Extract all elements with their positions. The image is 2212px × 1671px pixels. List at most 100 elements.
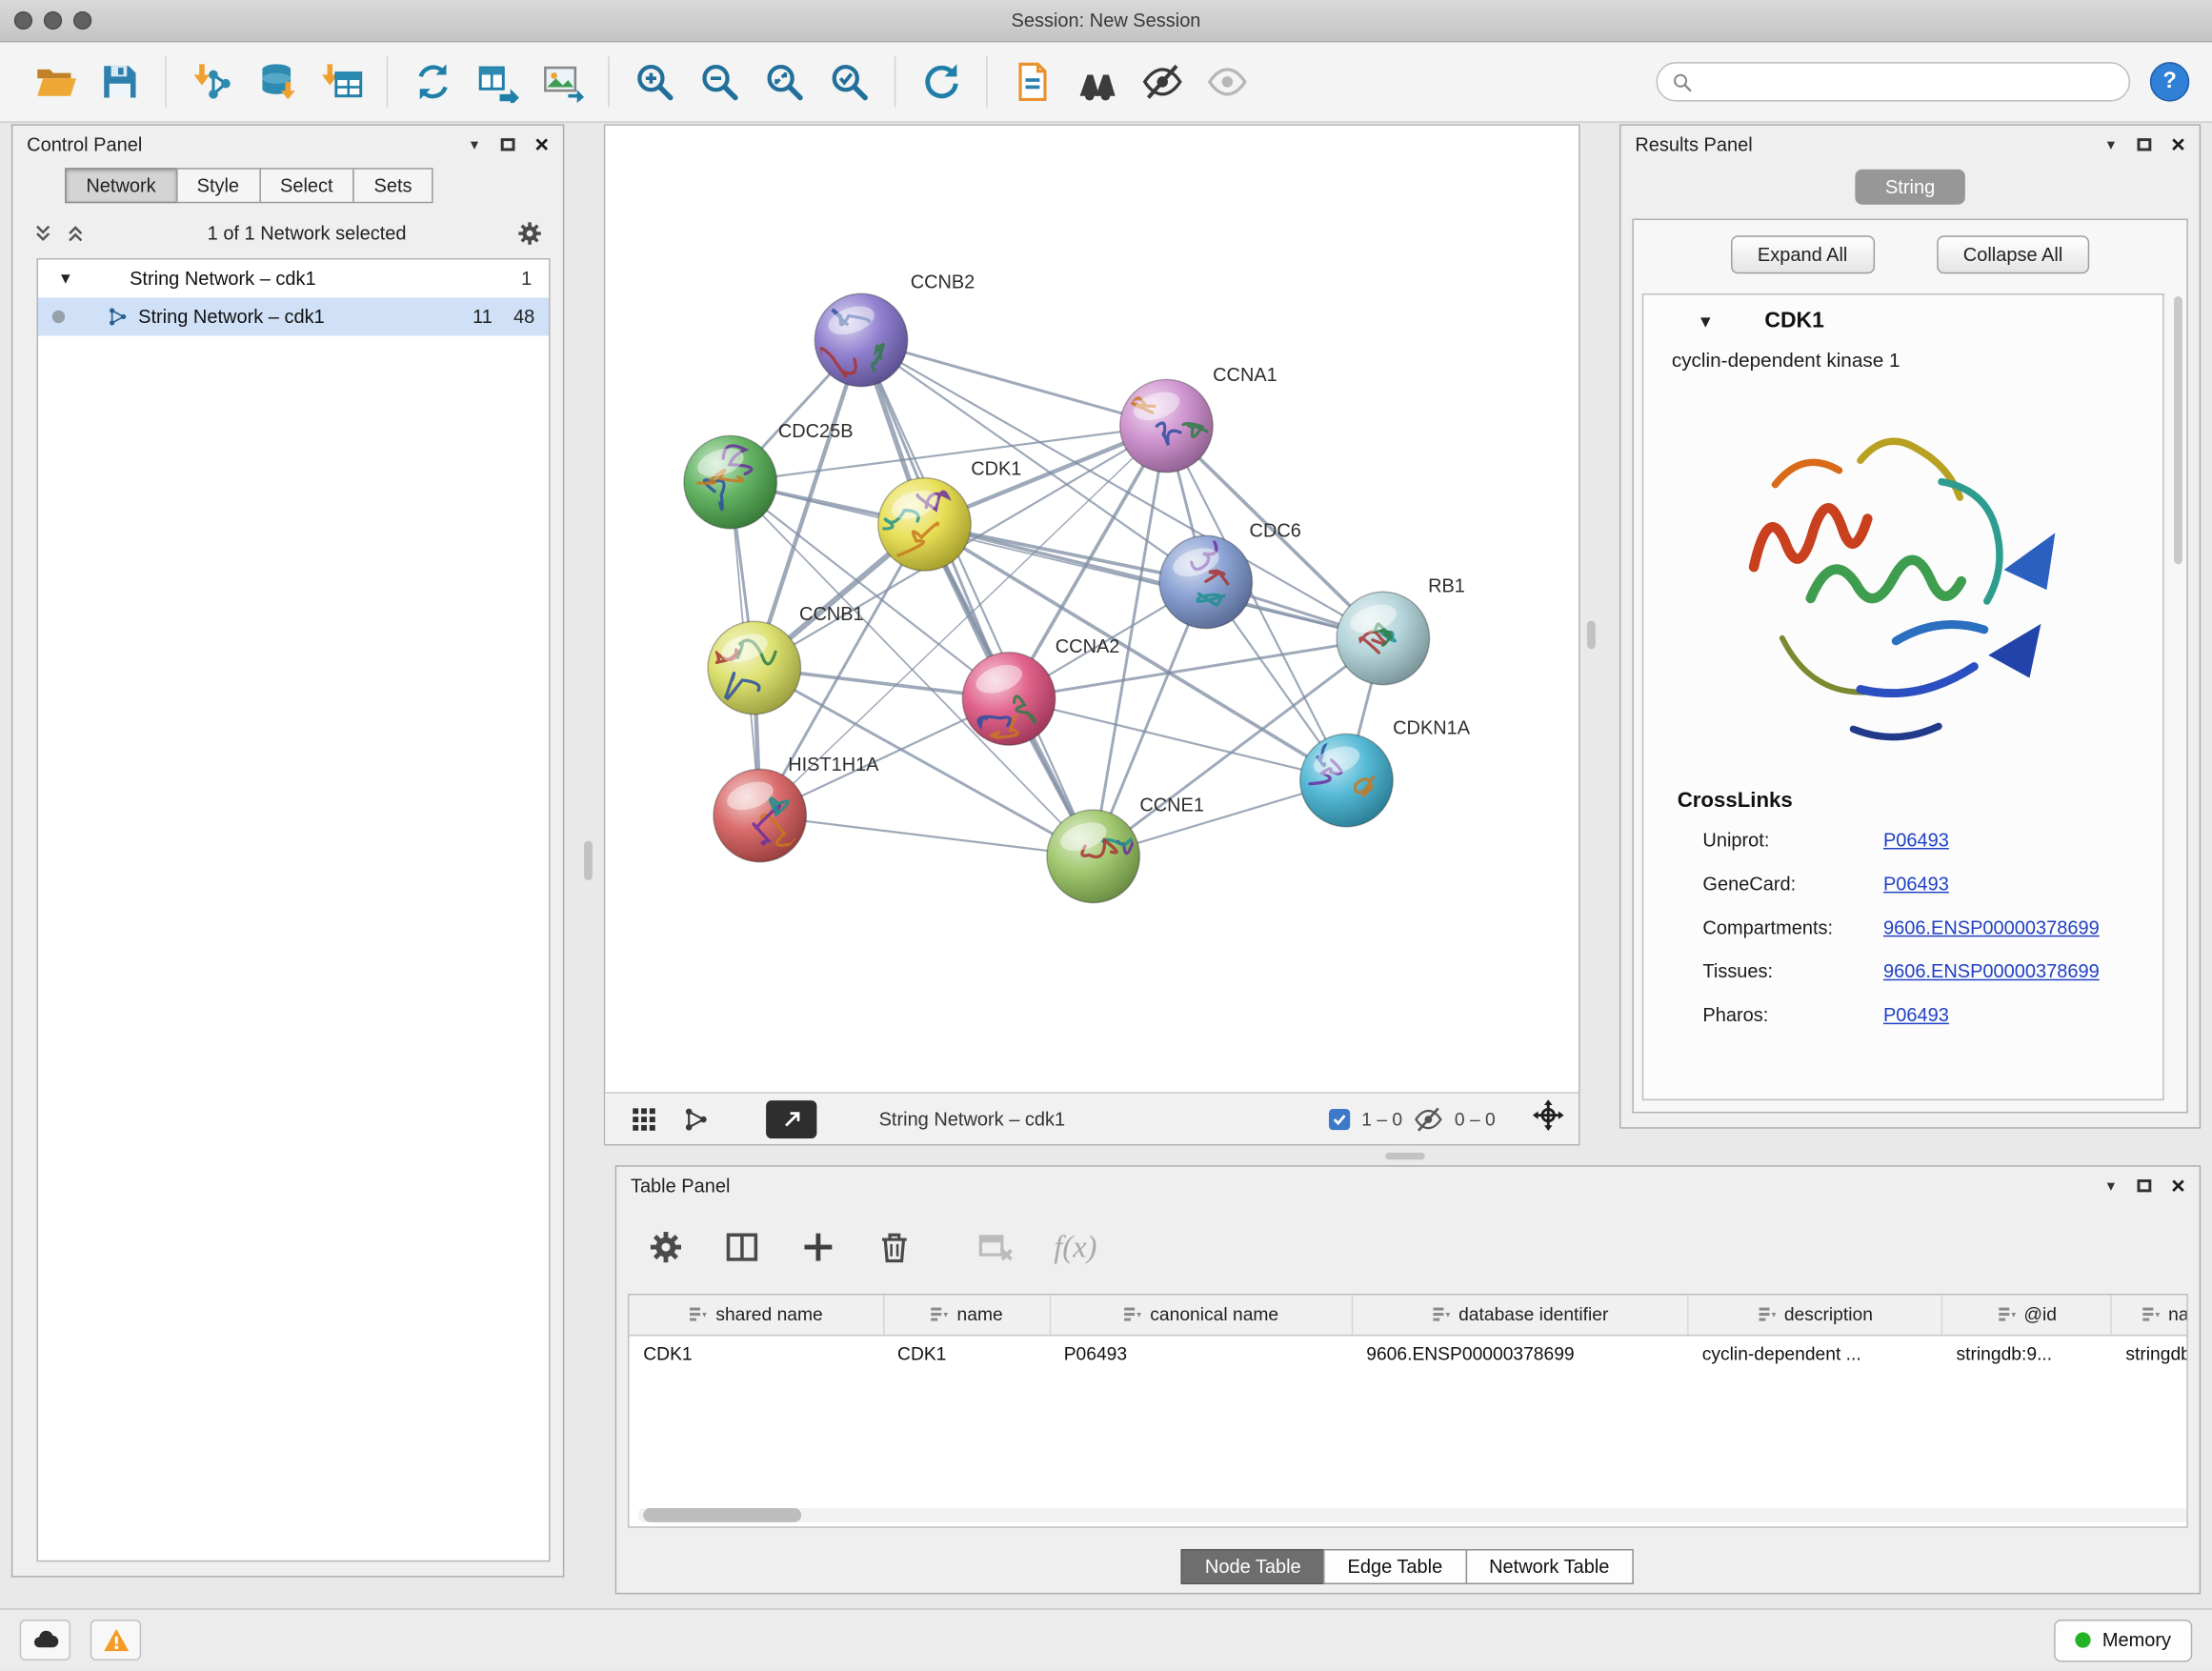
column-header-description[interactable]: description xyxy=(1688,1295,1942,1334)
panel-menu-icon[interactable]: ▾ xyxy=(2107,1176,2115,1194)
open-folder-icon xyxy=(34,61,76,103)
column-header-namespace[interactable]: namespace xyxy=(2112,1295,2188,1334)
network-edge-CDK1-RB1[interactable] xyxy=(924,524,1382,638)
network-node-CCNB2[interactable]: CCNB2 xyxy=(814,272,975,386)
network-node-CDKN1A[interactable]: CDKN1A xyxy=(1300,717,1471,826)
column-header--id[interactable]: @id xyxy=(1942,1295,2112,1334)
network-edge-CCNA2-CDKN1A[interactable] xyxy=(1009,698,1346,780)
delete-column-icon[interactable] xyxy=(876,1229,914,1266)
table-options-gear-icon[interactable] xyxy=(648,1229,685,1266)
zoom-fit-button[interactable] xyxy=(752,50,816,114)
panel-menu-icon[interactable]: ▾ xyxy=(2107,134,2115,152)
open-session-button[interactable] xyxy=(23,50,88,114)
selected-nodes-checkbox[interactable] xyxy=(1329,1108,1350,1129)
minimize-window-button[interactable] xyxy=(44,11,62,30)
column-header-database-identifier[interactable]: database identifier xyxy=(1352,1295,1687,1334)
refresh-icon xyxy=(920,61,962,103)
network-collection-row[interactable]: ▼ String Network – cdk1 1 xyxy=(38,259,549,297)
show-graphics-details-button[interactable] xyxy=(1195,50,1259,114)
network-view-button[interactable] xyxy=(683,1105,710,1132)
search-input[interactable] xyxy=(1702,71,2114,92)
network-footer-bar: String Network – cdk1 1 – 0 0 – 0 xyxy=(605,1092,1579,1144)
network-edge-HIST1H1A-CCNE1[interactable] xyxy=(760,815,1094,856)
crosslink-link[interactable]: P06493 xyxy=(1883,830,1949,851)
import-network-file-button[interactable] xyxy=(179,50,244,114)
birds-eye-view-button[interactable] xyxy=(766,1099,816,1137)
network-edge-CCNB2-CCNE1[interactable] xyxy=(861,340,1094,856)
grid-view-button[interactable] xyxy=(631,1105,657,1132)
column-header-name[interactable]: name xyxy=(883,1295,1050,1334)
refresh-network-button[interactable] xyxy=(401,50,466,114)
tab-string[interactable]: String xyxy=(1855,170,1965,205)
network-edge-CCNB2-CCNA1[interactable] xyxy=(861,340,1166,426)
show-columns-icon[interactable] xyxy=(724,1229,761,1266)
binoculars-button[interactable] xyxy=(1065,50,1130,114)
results-scrollbar[interactable] xyxy=(2173,293,2184,1100)
close-panel-icon[interactable]: × xyxy=(534,131,549,155)
copy-document-button[interactable] xyxy=(1000,50,1065,114)
network-label: String Network – cdk1 xyxy=(138,306,325,327)
vertical-splitter-left[interactable] xyxy=(584,841,593,880)
zoom-out-button[interactable] xyxy=(687,50,752,114)
network-node-CCNA1[interactable]: CCNA1 xyxy=(1120,365,1277,473)
warnings-button[interactable] xyxy=(90,1620,141,1661)
expand-all-icon[interactable] xyxy=(65,222,86,243)
network-node-CCNB1[interactable]: CCNB1 xyxy=(708,604,864,715)
add-column-icon[interactable] xyxy=(800,1229,837,1266)
horizontal-splitter[interactable] xyxy=(1385,1153,1424,1159)
zoom-in-button[interactable] xyxy=(622,50,687,114)
save-session-button[interactable] xyxy=(88,50,152,114)
tab-sets[interactable]: Sets xyxy=(352,168,432,203)
delete-table-icon xyxy=(977,1229,1015,1266)
refresh-view-button[interactable] xyxy=(909,50,974,114)
collapse-all-button[interactable]: Collapse All xyxy=(1937,235,2090,273)
memory-button[interactable]: Memory xyxy=(2054,1619,2192,1661)
network-node-CDK1[interactable]: CDK1 xyxy=(872,459,1021,571)
panel-menu-icon[interactable]: ▾ xyxy=(471,134,478,152)
help-button[interactable]: ? xyxy=(2150,62,2189,101)
float-panel-icon[interactable] xyxy=(2138,1178,2152,1191)
tab-network-table[interactable]: Network Table xyxy=(1465,1549,1634,1584)
network-row-selected[interactable]: String Network – cdk1 11 48 xyxy=(38,297,549,335)
import-table-button[interactable] xyxy=(309,50,373,114)
collection-disclosure-icon[interactable]: ▼ xyxy=(58,271,73,288)
tab-select[interactable]: Select xyxy=(259,168,354,203)
pan-tool-button[interactable] xyxy=(1532,1099,1564,1138)
crosslink-link[interactable]: P06493 xyxy=(1883,1004,1949,1025)
crosslink-row: Compartments:9606.ENSP00000378699 xyxy=(1643,906,2162,950)
network-options-gear-icon[interactable] xyxy=(516,219,543,246)
tab-network[interactable]: Network xyxy=(65,168,177,203)
vertical-splitter-right[interactable] xyxy=(1587,621,1596,650)
crosslink-label: Uniprot: xyxy=(1702,830,1883,851)
float-panel-icon[interactable] xyxy=(501,137,515,150)
tab-node-table[interactable]: Node Table xyxy=(1181,1549,1325,1584)
table-row[interactable]: CDK1CDK1P064939606.ENSP00000378699cyclin… xyxy=(629,1335,2187,1373)
zoom-selected-button[interactable] xyxy=(816,50,881,114)
tab-edge-table[interactable]: Edge Table xyxy=(1323,1549,1466,1584)
close-panel-icon[interactable]: × xyxy=(2171,1173,2185,1197)
crosslink-link[interactable]: 9606.ENSP00000378699 xyxy=(1883,917,2100,938)
network-node-HIST1H1A[interactable]: HIST1H1A xyxy=(714,755,879,862)
expand-all-button[interactable]: Expand All xyxy=(1731,235,1875,273)
network-node-RB1[interactable]: RB1 xyxy=(1337,575,1465,684)
network-canvas[interactable]: CCNB2CCNA1CDC25BCDK1CDC6RB1CCNB1CCNA2CDK… xyxy=(605,126,1579,1094)
table-horizontal-scrollbar[interactable] xyxy=(637,1508,2187,1522)
hide-graphics-details-button[interactable] xyxy=(1130,50,1195,114)
close-panel-icon[interactable]: × xyxy=(2171,131,2185,155)
crosslink-link[interactable]: 9606.ENSP00000378699 xyxy=(1883,960,2100,981)
crosslink-link[interactable]: P06493 xyxy=(1883,874,1949,895)
collection-count: 1 xyxy=(521,268,532,289)
maximize-window-button[interactable] xyxy=(73,11,91,30)
crosslink-label: Compartments: xyxy=(1702,917,1883,938)
column-header-shared-name[interactable]: shared name xyxy=(629,1295,883,1334)
column-header-canonical-name[interactable]: canonical name xyxy=(1050,1295,1353,1334)
new-network-from-selection-button[interactable] xyxy=(466,50,531,114)
export-image-button[interactable] xyxy=(531,50,595,114)
tab-style[interactable]: Style xyxy=(175,168,260,203)
close-window-button[interactable] xyxy=(14,11,32,30)
gene-disclosure-icon[interactable]: ▼ xyxy=(1697,312,1714,332)
import-network-database-button[interactable] xyxy=(244,50,309,114)
cloud-button[interactable] xyxy=(20,1620,70,1661)
float-panel-icon[interactable] xyxy=(2138,137,2152,150)
collapse-all-icon[interactable] xyxy=(32,222,53,243)
